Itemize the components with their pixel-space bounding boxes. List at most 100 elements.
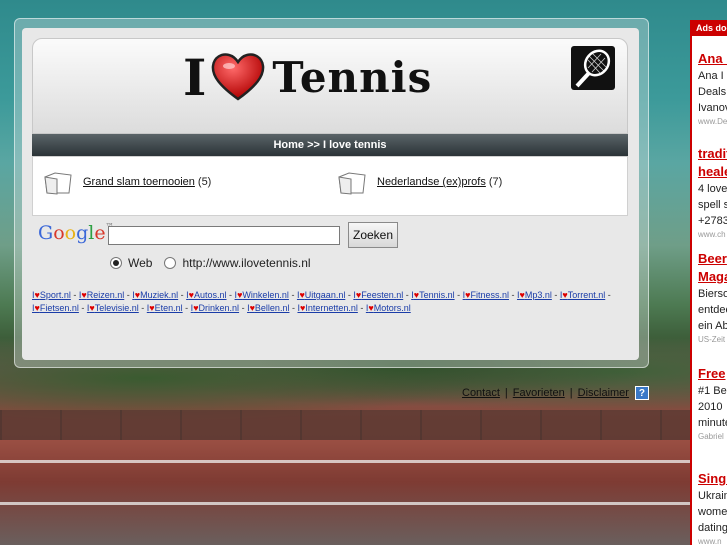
ad-text: ein Ab — [698, 320, 727, 332]
partner-link[interactable]: I♥Sport.nl — [32, 290, 71, 300]
ad-url[interactable]: www.ch — [698, 229, 727, 241]
breadcrumb[interactable]: Home >> I love tennis — [32, 134, 628, 156]
link-separator: - — [288, 290, 297, 300]
ad-url[interactable]: Gabriel — [698, 431, 727, 443]
site-header: I Tennis — [32, 38, 628, 134]
ad-url[interactable]: www.De — [698, 116, 727, 128]
contact-link[interactable]: Contact — [462, 387, 500, 399]
link-separator: - — [70, 290, 79, 300]
ad-text: Bierso — [698, 288, 727, 300]
partner-link[interactable]: I♥Mp3.nl — [517, 290, 552, 300]
disclaimer-link[interactable]: Disclaimer — [578, 387, 629, 399]
ad-text: Deals — [698, 86, 727, 98]
partner-link[interactable]: I♥Winkelen.nl — [235, 290, 289, 300]
category-count: (7) — [488, 176, 503, 188]
ad-text: entdec — [698, 304, 727, 316]
footer-separator: | — [569, 387, 573, 399]
ad-text: wome — [698, 506, 727, 518]
radio-web-label: Web — [128, 256, 153, 270]
partner-link[interactable]: I♥Reizen.nl — [79, 290, 124, 300]
radio-web[interactable] — [110, 257, 122, 269]
search-input[interactable] — [108, 226, 340, 245]
ads-header[interactable]: Ads doo — [692, 20, 727, 36]
ad-text: minute — [698, 417, 727, 429]
link-separator: - — [508, 290, 517, 300]
ad-item[interactable]: Free #1 Be 2010 minute Gabriel — [692, 365, 727, 443]
partner-link[interactable]: I♥Feesten.nl — [353, 290, 403, 300]
heart-icon — [212, 53, 265, 101]
link-separator: - — [138, 303, 147, 313]
ads-sidebar: Ads doo Ana I Ana I Deals Ivanov www.De tradi… — [690, 20, 727, 545]
ad-text: #1 Be — [698, 385, 727, 397]
ad-item[interactable]: traditheale 4 love spell s +2783 www.ch — [692, 145, 727, 241]
ad-text: Ivanov — [698, 102, 727, 114]
category-link[interactable]: Grand slam toernooien — [83, 176, 195, 188]
partner-link[interactable]: I♥Fietsen.nl — [32, 303, 79, 313]
ad-item[interactable]: Ana I Ana I Deals Ivanov www.De — [692, 50, 727, 128]
link-separator: - — [178, 290, 187, 300]
partner-link[interactable]: I♥Eten.nl — [147, 303, 183, 313]
ad-text: +2783 — [698, 215, 727, 227]
logo-letter-i: I — [183, 47, 207, 107]
partner-link[interactable]: I♥Televisie.nl — [87, 303, 139, 313]
link-separator: - — [182, 303, 191, 313]
search-button[interactable]: Zoeken — [348, 222, 398, 248]
link-separator: - — [226, 290, 235, 300]
partner-link[interactable]: I♥Autos.nl — [186, 290, 226, 300]
radio-site[interactable] — [164, 257, 177, 269]
ad-title[interactable]: Singl — [698, 470, 727, 488]
ad-title[interactable]: Maga — [698, 268, 727, 286]
partner-link[interactable]: I♥Bellen.nl — [247, 303, 289, 313]
ad-text: dating — [698, 522, 727, 534]
radio-site-label: http://www.ilovetennis.nl — [182, 256, 311, 270]
logo-word: Tennis — [272, 52, 433, 102]
ad-text: Ukrain — [698, 490, 727, 502]
category-link[interactable]: Nederlandse (ex)profs — [377, 176, 486, 188]
search-scope: Web http://www.ilovetennis.nl — [110, 256, 311, 270]
partner-link[interactable]: I♥Torrent.nl — [560, 290, 605, 300]
tennis-racket-icon — [571, 46, 615, 90]
footer-separator: | — [504, 387, 508, 399]
link-separator: - — [357, 303, 366, 313]
partner-links: I♥Sport.nl - I♥Reizen.nl - I♥Muziek.nl -… — [32, 289, 622, 315]
partner-link[interactable]: I♥Tennis.nl — [411, 290, 454, 300]
site-logo[interactable]: I Tennis — [183, 47, 432, 107]
partner-link[interactable]: I♥Uitgaan.nl — [297, 290, 345, 300]
partner-link[interactable]: I♥Motors.nl — [366, 303, 411, 313]
ad-text: 4 love — [698, 183, 727, 195]
google-logo: Google™ — [38, 222, 114, 244]
category-list: Grand slam toernooien (5) Nederlandse (e… — [32, 156, 628, 216]
partner-link[interactable]: I♥Fitness.nl — [463, 290, 509, 300]
ad-text: spell s — [698, 199, 727, 211]
favorieten-link[interactable]: Favorieten — [513, 387, 565, 399]
ad-url[interactable]: www.n — [698, 536, 727, 545]
folder-icon — [338, 172, 366, 195]
help-icon[interactable]: ? — [634, 386, 649, 400]
link-separator: - — [605, 290, 611, 300]
breadcrumb-text[interactable]: Home >> I love tennis — [273, 139, 386, 151]
partner-link[interactable]: I♥Muziek.nl — [132, 290, 178, 300]
link-separator: - — [239, 303, 248, 313]
court-line — [0, 502, 727, 505]
link-separator: - — [551, 290, 560, 300]
category-item[interactable]: Nederlandse (ex)profs (7) — [337, 169, 502, 195]
partner-link[interactable]: I♥Internetten.nl — [297, 303, 357, 313]
link-separator: - — [454, 290, 463, 300]
ad-title[interactable]: tradit — [698, 145, 727, 163]
ad-item[interactable]: Singl Ukrain wome dating www.n — [692, 470, 727, 545]
ad-text: 2010 — [698, 401, 723, 413]
category-item[interactable]: Grand slam toernooien (5) — [43, 169, 211, 195]
ad-title[interactable]: Free — [698, 365, 727, 383]
ad-url[interactable]: US-Zeit — [698, 334, 727, 346]
footer-nav: Contact | Favorieten | Disclaimer ? — [462, 386, 649, 400]
category-count: (5) — [197, 176, 212, 188]
ad-text: Ana I — [698, 70, 724, 82]
folder-icon — [44, 172, 72, 195]
ad-title[interactable]: Beer — [698, 250, 727, 268]
link-separator: - — [78, 303, 87, 313]
court-line — [0, 460, 727, 463]
partner-link[interactable]: I♥Drinken.nl — [191, 303, 239, 313]
ad-title[interactable]: heale — [698, 163, 727, 181]
ad-title[interactable]: Ana I — [698, 50, 727, 68]
ad-item[interactable]: BeerMaga Bierso entdec ein Ab US-Zeit — [692, 250, 727, 346]
